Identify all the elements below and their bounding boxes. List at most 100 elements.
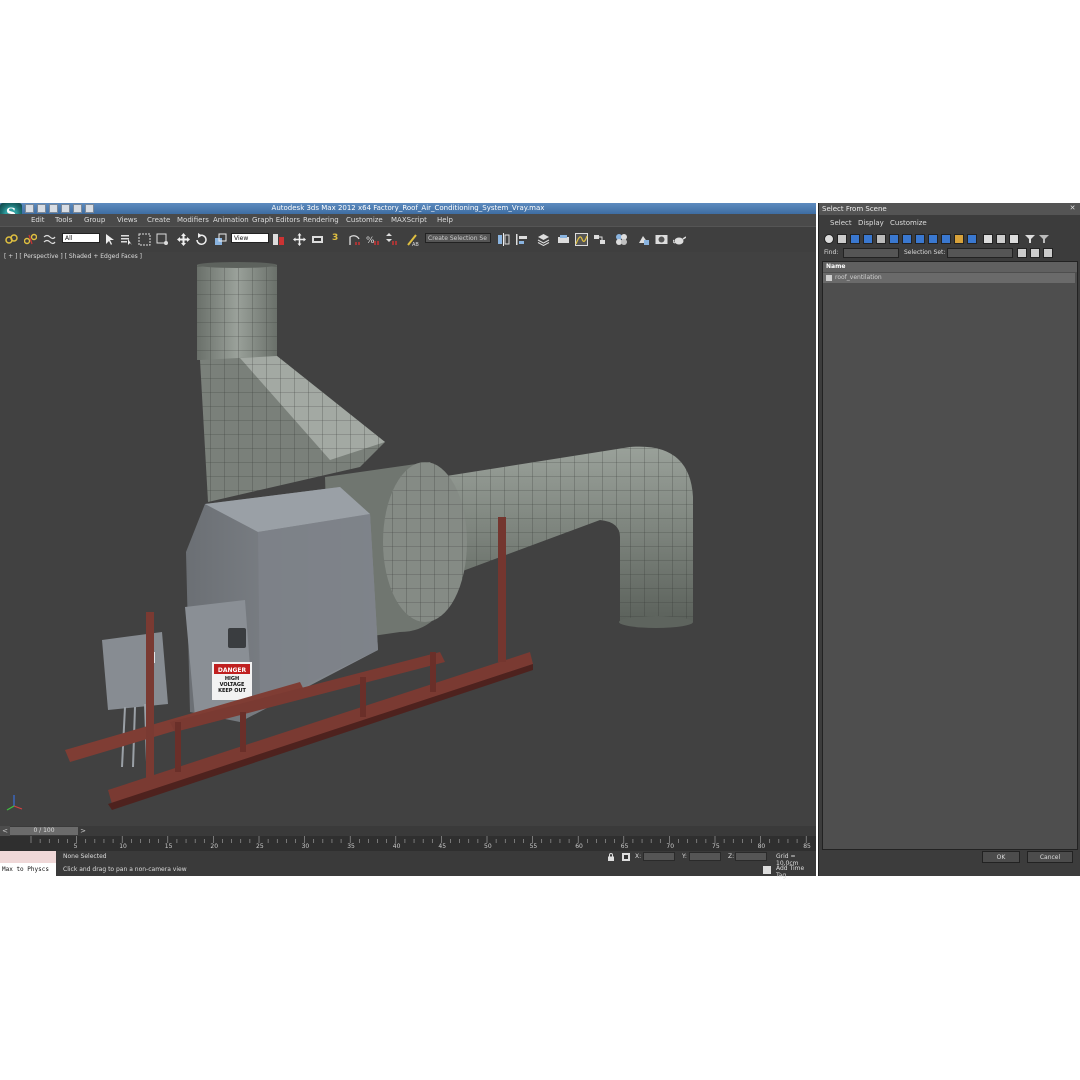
keyboard-shortcut-icon[interactable] (311, 233, 324, 246)
scale-icon[interactable] (214, 233, 227, 246)
selection-filter-dropdown[interactable]: All (62, 233, 100, 243)
open-file-icon[interactable] (37, 204, 46, 213)
menu-help[interactable]: Help (437, 214, 453, 226)
display-hidden-icon[interactable] (967, 234, 977, 244)
list-item[interactable]: roof_ventilation (823, 273, 1075, 283)
select-object-icon[interactable] (103, 233, 116, 246)
rendered-frame-icon[interactable] (655, 233, 668, 246)
dialog-menu-select[interactable]: Select (830, 217, 852, 229)
save-file-icon[interactable] (49, 204, 58, 213)
rect-region-icon[interactable] (138, 233, 151, 246)
display-xrefs-icon[interactable] (915, 234, 925, 244)
teapot-icon[interactable] (673, 233, 686, 246)
display-shapes-icon[interactable] (837, 234, 847, 244)
menu-customize[interactable]: Customize (346, 214, 383, 226)
menu-tools[interactable]: Tools (55, 214, 72, 226)
find-input[interactable] (843, 248, 899, 258)
axis-tripod-icon (6, 795, 23, 811)
angle-snap-icon[interactable] (348, 233, 361, 246)
display-spacewarps-icon[interactable] (889, 234, 899, 244)
render-setup-icon[interactable] (637, 233, 650, 246)
named-selection-set-dropdown[interactable]: Create Selection Se (425, 233, 491, 243)
schematic-view-icon[interactable] (593, 233, 606, 246)
menu-modifiers[interactable]: Modifiers (177, 214, 209, 226)
display-bones-icon[interactable] (928, 234, 938, 244)
menu-rendering[interactable]: Rendering (303, 214, 339, 226)
undo-icon[interactable] (61, 204, 70, 213)
lock-icon[interactable] (607, 853, 615, 861)
menu-group[interactable]: Group (84, 214, 105, 226)
save-set-icon[interactable] (1030, 248, 1040, 258)
menu-animation[interactable]: Animation (213, 214, 249, 226)
window-crossing-icon[interactable] (156, 233, 169, 246)
edit-named-sets-icon[interactable]: ABC (406, 233, 419, 246)
layer-manager-icon[interactable] (537, 233, 550, 246)
filter-sort-icon[interactable] (1039, 234, 1049, 244)
time-tag-icon[interactable] (763, 866, 771, 874)
select-manipulate-icon[interactable] (293, 233, 306, 246)
new-file-icon[interactable] (25, 204, 34, 213)
delete-set-icon[interactable] (1043, 248, 1053, 258)
display-frozen-icon[interactable] (954, 234, 964, 244)
prompt-text: Click and drag to pan a non-camera view (63, 866, 187, 873)
time-slider[interactable]: < 0 / 100 > (0, 826, 816, 836)
dialog-menu-display[interactable]: Display (858, 217, 884, 229)
material-editor-icon[interactable] (615, 233, 628, 246)
absolute-mode-icon[interactable] (622, 853, 630, 861)
z-coordinate-field[interactable] (735, 852, 767, 861)
redo-icon[interactable] (73, 204, 82, 213)
selection-set-dropdown[interactable] (947, 248, 1013, 258)
curve-editor-icon[interactable] (575, 233, 588, 246)
percent-snap-icon[interactable]: % (366, 233, 379, 246)
display-containers-icon[interactable] (941, 234, 951, 244)
move-icon[interactable] (177, 233, 190, 246)
time-slider-next-button[interactable]: > (78, 826, 88, 836)
close-icon[interactable]: ✕ (1067, 204, 1078, 213)
time-slider-thumb[interactable]: 0 / 100 (10, 827, 78, 835)
rotate-icon[interactable] (195, 233, 208, 246)
display-lights-icon[interactable] (850, 234, 860, 244)
track-bar[interactable]: 5 10 15 20 25 30 35 40 45 50 55 60 65 70 75 80 85 (0, 836, 816, 851)
y-coordinate-field[interactable] (689, 852, 721, 861)
cancel-button[interactable]: Cancel (1027, 851, 1073, 863)
unlink-icon[interactable] (24, 233, 37, 246)
menu-maxscript[interactable]: MAXScript (391, 214, 427, 226)
pivot-icon[interactable] (272, 233, 285, 246)
menu-create[interactable]: Create (147, 214, 170, 226)
menu-edit[interactable]: Edit (31, 214, 45, 226)
snap-toggle-icon[interactable]: 3 (332, 233, 338, 243)
display-invert-icon[interactable] (1009, 234, 1019, 244)
display-helpers-icon[interactable] (876, 234, 886, 244)
column-header-name[interactable]: Name (823, 262, 1077, 272)
svg-text:%: % (366, 236, 375, 246)
display-none-icon[interactable] (996, 234, 1006, 244)
display-groups-icon[interactable] (902, 234, 912, 244)
display-geometry-icon[interactable] (824, 234, 834, 244)
maxscript-listener-output[interactable] (0, 851, 56, 863)
time-slider-prev-button[interactable]: < (0, 826, 10, 836)
add-time-tag-button[interactable]: Add Time Tag (776, 865, 816, 879)
menu-graph-editors[interactable]: Graph Editors (252, 214, 300, 226)
maxscript-listener-input[interactable]: Max to Physcs (0, 863, 56, 876)
main-toolbar: All View 3 % ABC Create Selection Se (0, 226, 816, 254)
reference-coord-dropdown[interactable]: View (231, 233, 269, 243)
perspective-viewport[interactable]: [ + ] [ Perspective ] [ Shaded + Edged F… (0, 252, 816, 826)
select-link-icon[interactable] (5, 233, 18, 246)
spinner-snap-icon[interactable] (384, 233, 397, 246)
dialog-menu-customize[interactable]: Customize (890, 217, 927, 229)
align-icon[interactable] (515, 233, 528, 246)
select-by-name-icon[interactable] (120, 233, 133, 246)
project-folder-icon[interactable] (85, 204, 94, 213)
ok-button[interactable]: OK (982, 851, 1020, 863)
scene-object-list[interactable]: Name roof_ventilation (822, 261, 1078, 850)
mirror-icon[interactable] (497, 233, 510, 246)
display-cameras-icon[interactable] (863, 234, 873, 244)
select-set-icon[interactable] (1017, 248, 1027, 258)
x-coordinate-field[interactable] (643, 852, 675, 861)
graphite-icon[interactable] (557, 233, 570, 246)
danger-sign-subtitle: HIGH VOLTAGE KEEP OUT (218, 676, 246, 694)
menu-views[interactable]: Views (117, 214, 137, 226)
filter-icon[interactable] (1025, 234, 1035, 244)
bind-spacewarp-icon[interactable] (43, 233, 56, 246)
display-all-icon[interactable] (983, 234, 993, 244)
